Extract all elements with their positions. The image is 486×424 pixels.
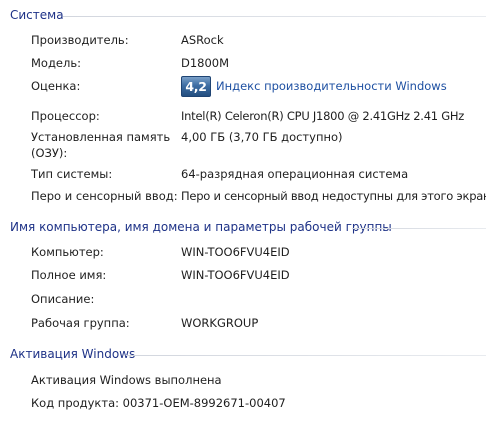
pen-touch-value: Перо и сенсорный ввод недоступны для это… [181,189,486,203]
pen-touch-label: Перо и сенсорный ввод: [31,189,178,203]
computer-section-title: Имя компьютера, имя домена и параметры р… [10,220,392,234]
computer-value: WIN-TOO6FVU4EID [181,245,290,259]
fullname-value: WIN-TOO6FVU4EID [181,268,290,282]
rating-label: Оценка: [31,79,81,93]
workgroup-value: WORKGROUP [181,316,259,330]
manufacturer-value: ASRock [181,33,224,47]
manufacturer-label: Производитель: [31,33,129,47]
memory-value: 4,00 ГБ (3,70 ГБ доступно) [181,130,343,144]
processor-value: Intel(R) Celeron(R) CPU J1800 @ 2.41GHz … [181,109,465,123]
performance-index-link[interactable]: Индекс производительности Windows [216,79,447,93]
product-key-label: Код продукта: [31,396,119,410]
system-section-title: Система [10,8,64,22]
computer-label: Компьютер: [31,245,104,259]
fullname-label: Полное имя: [31,268,107,282]
performance-score-badge[interactable]: 4,2 [181,76,211,97]
computer-section-divider [352,228,486,229]
memory-label-line2: (ОЗУ): [31,146,68,160]
workgroup-label: Рабочая группа: [31,316,130,330]
model-value: D1800M [181,56,230,70]
description-label: Описание: [31,292,95,306]
activation-status: Активация Windows выполнена [31,373,222,387]
product-key-value: 00371-OEM-8992671-00407 [122,396,286,410]
activation-section-divider [126,355,486,356]
memory-label-line1: Установленная память [31,130,171,144]
activation-section-title: Активация Windows [10,347,136,361]
system-type-label: Тип системы: [31,167,113,181]
system-type-value: 64-разрядная операционная система [181,167,409,181]
product-key-row: Код продукта: 00371-OEM-8992671-00407 [31,396,286,410]
system-section-divider [63,16,486,17]
processor-label: Процессор: [31,109,100,123]
model-label: Модель: [31,56,81,70]
